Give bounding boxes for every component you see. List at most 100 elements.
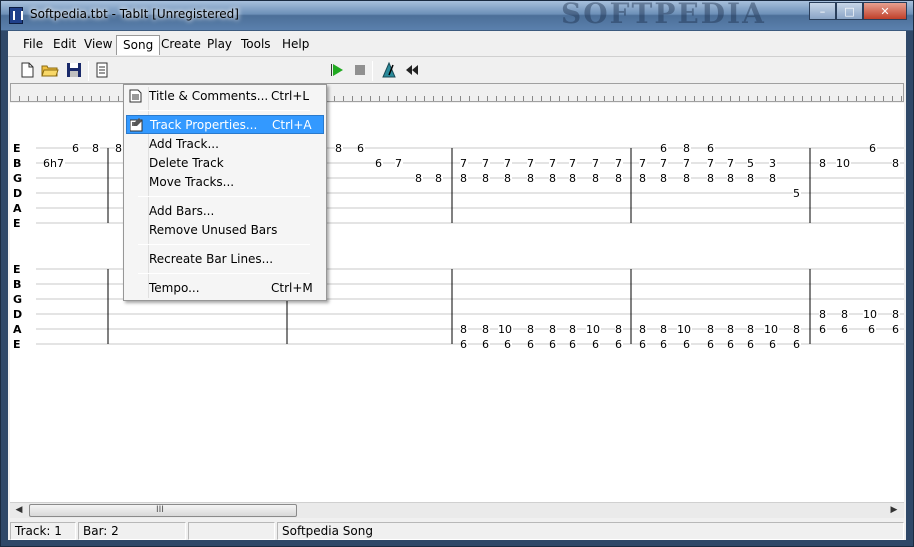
fret-number[interactable]: 6 (819, 323, 826, 336)
fret-number[interactable]: 8 (639, 172, 646, 185)
fret-number[interactable]: 8 (639, 323, 646, 336)
fret-number[interactable]: 5 (747, 157, 754, 170)
fret-number[interactable]: 8 (335, 142, 342, 155)
fret-number[interactable]: 6 (793, 338, 800, 351)
fret-number[interactable]: 7 (482, 157, 489, 170)
fret-number[interactable]: 7 (727, 157, 734, 170)
menu-item-remove-unused-bars[interactable]: Remove Unused Bars (126, 221, 324, 240)
menu-help[interactable]: Help (276, 35, 315, 55)
fret-number[interactable]: 7 (592, 157, 599, 170)
fret-number[interactable]: 8 (727, 172, 734, 185)
fret-number[interactable]: 6 (869, 142, 876, 155)
menu-item-tempo[interactable]: Tempo... Ctrl+M (126, 279, 324, 298)
fret-number[interactable]: 8 (549, 323, 556, 336)
fret-number[interactable]: 6 (375, 157, 382, 170)
fret-number[interactable]: 6 (660, 338, 667, 351)
fret-number[interactable]: 8 (683, 172, 690, 185)
fret-number[interactable]: 8 (892, 308, 899, 321)
fret-number[interactable]: 10 (498, 323, 512, 336)
fret-number[interactable]: 8 (747, 323, 754, 336)
fret-number[interactable]: 8 (819, 308, 826, 321)
fret-number[interactable]: 8 (819, 157, 826, 170)
minimize-button[interactable]: – (809, 2, 836, 20)
scroll-thumb[interactable]: III (29, 504, 297, 517)
menu-item-title-comments[interactable]: Title & Comments... Ctrl+L (126, 87, 324, 106)
fret-number[interactable]: 10 (677, 323, 691, 336)
fret-number[interactable]: 7 (460, 157, 467, 170)
fret-number[interactable]: 6h7 (43, 157, 64, 170)
fret-number[interactable]: 8 (115, 142, 122, 155)
fret-number[interactable]: 6 (707, 142, 714, 155)
fret-number[interactable]: 6 (357, 142, 364, 155)
menu-song[interactable]: Song (116, 35, 161, 55)
menu-tools[interactable]: Tools (235, 35, 277, 55)
close-button[interactable]: ✕ (863, 2, 907, 20)
play-icon[interactable] (328, 61, 346, 79)
fret-number[interactable]: 8 (435, 172, 442, 185)
fret-number[interactable]: 6 (892, 323, 899, 336)
fret-number[interactable]: 8 (460, 323, 467, 336)
fret-number[interactable]: 7 (615, 157, 622, 170)
fret-number[interactable]: 6 (683, 338, 690, 351)
fret-number[interactable]: 8 (615, 172, 622, 185)
fret-number[interactable]: 8 (892, 157, 899, 170)
menu-item-add-bars[interactable]: Add Bars... (126, 202, 324, 221)
fret-number[interactable]: 8 (615, 323, 622, 336)
fret-number[interactable]: 10 (586, 323, 600, 336)
fret-number[interactable]: 6 (482, 338, 489, 351)
fret-number[interactable]: 8 (841, 308, 848, 321)
fret-number[interactable]: 8 (592, 172, 599, 185)
fret-number[interactable]: 7 (707, 157, 714, 170)
menu-item-track-properties[interactable]: Track Properties... Ctrl+A (126, 115, 324, 134)
menu-item-delete-track[interactable]: Delete Track (126, 154, 324, 173)
fret-number[interactable]: 8 (660, 323, 667, 336)
scroll-left-arrow-icon[interactable]: ◀ (12, 505, 26, 517)
menu-item-recreate-bar-lines[interactable]: Recreate Bar Lines... (126, 250, 324, 269)
fret-number[interactable]: 7 (639, 157, 646, 170)
fret-number[interactable]: 6 (639, 338, 646, 351)
fret-number[interactable]: 6 (727, 338, 734, 351)
fret-number[interactable]: 8 (415, 172, 422, 185)
fret-number[interactable]: 7 (549, 157, 556, 170)
menu-item-add-track[interactable]: Add Track... (126, 135, 324, 154)
fret-number[interactable]: 8 (727, 323, 734, 336)
maximize-button[interactable]: □ (836, 2, 863, 20)
fret-number[interactable]: 6 (615, 338, 622, 351)
fret-number[interactable]: 10 (836, 157, 850, 170)
fret-number[interactable]: 7 (660, 157, 667, 170)
menu-file[interactable]: File (17, 35, 49, 55)
fret-number[interactable]: 6 (841, 323, 848, 336)
fret-number[interactable]: 5 (793, 187, 800, 200)
fret-number[interactable]: 6 (660, 142, 667, 155)
new-file-icon[interactable] (18, 61, 36, 79)
fret-number[interactable]: 8 (569, 323, 576, 336)
fret-number[interactable]: 7 (527, 157, 534, 170)
fret-number[interactable]: 8 (793, 323, 800, 336)
fret-number[interactable]: 6 (747, 338, 754, 351)
fret-number[interactable]: 8 (569, 172, 576, 185)
fret-number[interactable]: 8 (549, 172, 556, 185)
fret-number[interactable]: 7 (395, 157, 402, 170)
document-properties-icon[interactable] (93, 61, 111, 79)
tabit-app-icon[interactable] (9, 7, 23, 24)
fret-number[interactable]: 8 (660, 172, 667, 185)
fret-number[interactable]: 7 (569, 157, 576, 170)
fret-number[interactable]: 7 (504, 157, 511, 170)
title-bar[interactable]: Softpedia.tbt - TabIt [Unregistered] SOF… (1, 0, 913, 30)
stop-icon[interactable] (351, 61, 369, 79)
fret-number[interactable]: 8 (707, 323, 714, 336)
fret-number[interactable]: 8 (683, 142, 690, 155)
fret-number[interactable]: 6 (592, 338, 599, 351)
fret-number[interactable]: 8 (504, 172, 511, 185)
save-icon[interactable] (65, 61, 83, 79)
menu-item-move-tracks[interactable]: Move Tracks... (126, 173, 324, 192)
fret-number[interactable]: 6 (549, 338, 556, 351)
fret-number[interactable]: 8 (460, 172, 467, 185)
rewind-icon[interactable] (403, 61, 421, 79)
fret-number[interactable]: 6 (868, 323, 875, 336)
fret-number[interactable]: 6 (72, 142, 79, 155)
scroll-right-arrow-icon[interactable]: ▶ (887, 505, 901, 517)
metronome-icon[interactable] (380, 61, 398, 79)
fret-number[interactable]: 6 (569, 338, 576, 351)
fret-number[interactable]: 10 (764, 323, 778, 336)
